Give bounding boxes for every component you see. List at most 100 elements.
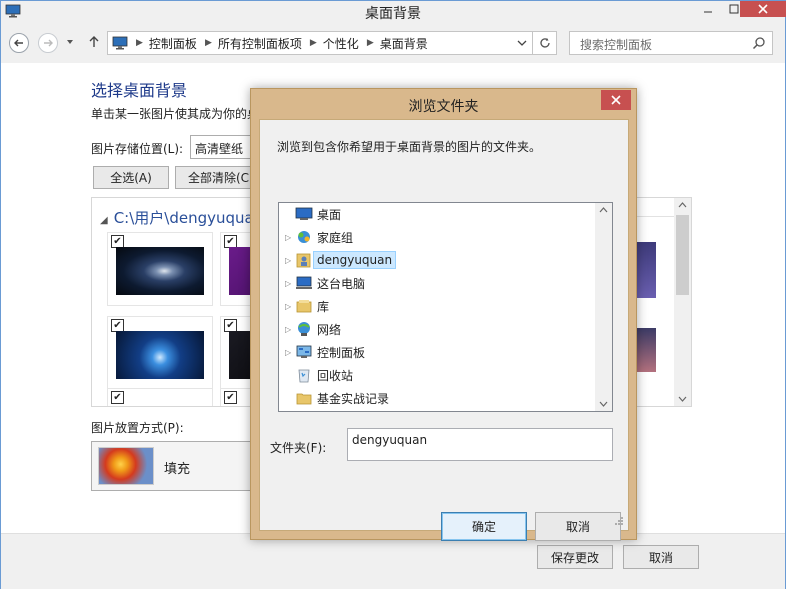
homegroup-icon xyxy=(298,231,310,243)
up-arrow-icon[interactable] xyxy=(87,35,101,49)
wallpaper-checkbox[interactable]: ✔ xyxy=(111,391,124,404)
breadcrumb-separator-icon: ▶ xyxy=(309,38,317,48)
resize-grip-icon[interactable] xyxy=(614,516,624,526)
folder-label: 文件夹(F): xyxy=(270,441,327,455)
tree-item[interactable]: ▷ 这台电脑 xyxy=(279,272,595,294)
navigation-bar: ▶ 控制面板 ▶ 所有控制面板项 ▶ 个性化 ▶ 桌面背景 搜索控制面板 xyxy=(1,27,785,59)
gallery-path: C:\用户\dengyuquan xyxy=(113,209,264,227)
arrow-right-icon xyxy=(44,39,53,47)
tree-item[interactable]: ▷ 家庭组 xyxy=(279,226,595,248)
library-icon xyxy=(296,300,312,313)
tree-scrollbar[interactable] xyxy=(595,203,612,411)
tree-item-label: 这台电脑 xyxy=(317,276,366,291)
expand-arrow-icon[interactable]: ▷ xyxy=(285,302,295,311)
tree-item-label: 库 xyxy=(317,299,330,314)
minimize-icon xyxy=(704,11,712,13)
close-icon xyxy=(758,4,768,14)
tree-item-label: 基金实战记录 xyxy=(317,391,390,406)
refresh-icon xyxy=(539,38,550,48)
search-placeholder: 搜索控制面板 xyxy=(580,38,653,52)
window-title: 桌面背景 xyxy=(365,6,421,22)
wallpaper-checkbox[interactable]: ✔ xyxy=(224,391,237,404)
breadcrumb-personalization[interactable]: 个性化 xyxy=(323,35,359,52)
wallpaper-thumbnail[interactable]: ✔ xyxy=(107,232,213,306)
tree-item[interactable]: ▷ 库 xyxy=(279,295,595,317)
dialog-close-button[interactable] xyxy=(601,90,631,110)
scroll-down-icon[interactable] xyxy=(678,394,687,403)
address-bar[interactable]: ▶ 控制面板 ▶ 所有控制面板项 ▶ 个性化 ▶ 桌面背景 xyxy=(107,31,533,55)
tree-item-label: 桌面 xyxy=(317,207,342,222)
tree-item[interactable]: ▷ 控制面板 xyxy=(279,341,595,363)
tree-item-label: 家庭组 xyxy=(317,230,354,245)
tree-item-label: dengyuquan xyxy=(313,251,397,269)
gallery-group-header[interactable]: ◢ C:\用户\dengyuquan xyxy=(100,207,263,228)
gallery-scrollbar[interactable] xyxy=(674,198,691,406)
desktop-icon xyxy=(295,207,313,220)
breadcrumb-all-items[interactable]: 所有控制面板项 xyxy=(218,35,302,52)
tree-item-selected[interactable]: ▷ dengyuquan xyxy=(279,249,595,271)
chevron-down-icon[interactable] xyxy=(516,37,528,49)
ok-button[interactable]: 确定 xyxy=(441,512,527,541)
picture-position-label: 图片放置方式(P): xyxy=(91,421,184,435)
scroll-up-icon[interactable] xyxy=(599,206,608,215)
scroll-down-icon[interactable] xyxy=(599,399,608,408)
wallpaper-thumbnail[interactable]: ✔ xyxy=(107,388,213,406)
scroll-up-icon[interactable] xyxy=(678,201,687,210)
expand-arrow-icon[interactable]: ▷ xyxy=(285,348,295,357)
breadcrumb-separator-icon: ▶ xyxy=(204,38,212,48)
tree-item[interactable]: 回收站 xyxy=(279,364,595,386)
dialog-title: 浏览文件夹 xyxy=(408,99,479,115)
dialog-description: 浏览到包含你希望用于桌面背景的图片的文件夹。 xyxy=(277,140,542,154)
forward-button[interactable] xyxy=(38,33,58,53)
close-button[interactable] xyxy=(740,1,786,17)
back-button[interactable] xyxy=(9,33,29,53)
minimize-button[interactable] xyxy=(695,1,721,17)
close-icon xyxy=(611,95,621,105)
search-box[interactable]: 搜索控制面板 xyxy=(569,31,773,55)
user-folder-icon xyxy=(296,253,311,268)
breadcrumb-desktop-background[interactable]: 桌面背景 xyxy=(380,35,428,52)
tree-item[interactable]: 基金实战记录 xyxy=(279,387,595,409)
recent-locations-chevron-icon[interactable] xyxy=(65,37,75,47)
page-title: 选择桌面背景 xyxy=(91,81,188,100)
browse-folder-dialog: 浏览文件夹 浏览到包含你希望用于桌面背景的图片的文件夹。 桌面 ▷ 家庭组 ▷ … xyxy=(250,88,637,541)
dialog-cancel-button[interactable]: 取消 xyxy=(535,512,621,541)
expand-arrow-icon[interactable]: ▷ xyxy=(285,325,295,334)
fill-preview-image xyxy=(98,447,154,485)
folder-tree[interactable]: 桌面 ▷ 家庭组 ▷ dengyuquan ▷ 这台电脑 ▷ 库 ▷ 网络 ▷ … xyxy=(278,202,613,412)
expand-arrow-icon[interactable]: ▷ xyxy=(285,233,295,242)
control-panel-icon xyxy=(112,36,128,50)
picture-position-select[interactable]: 填充 xyxy=(91,441,251,491)
search-icon[interactable] xyxy=(752,36,766,50)
expand-arrow-icon[interactable]: ▷ xyxy=(285,256,295,265)
save-changes-button[interactable]: 保存更改 xyxy=(537,545,613,569)
scroll-thumb[interactable] xyxy=(676,215,689,295)
clear-all-button[interactable]: 全部清除(C xyxy=(175,166,255,189)
tree-item-label: 网络 xyxy=(317,322,342,337)
folder-input[interactable]: dengyuquan xyxy=(347,428,613,461)
maximize-icon xyxy=(729,4,739,14)
breadcrumb-separator-icon: ▶ xyxy=(366,38,374,48)
tree-item[interactable]: ▷ 网络 xyxy=(279,318,595,340)
blue-apple-wallpaper-image xyxy=(116,331,204,379)
refresh-button[interactable] xyxy=(533,31,557,55)
picture-location-label: 图片存储位置(L): xyxy=(91,142,184,156)
tree-item-label: 控制面板 xyxy=(317,345,366,360)
collapse-triangle-icon[interactable]: ◢ xyxy=(100,215,108,226)
recycle-bin-icon xyxy=(298,369,310,383)
computer-icon xyxy=(296,276,312,289)
wallpaper-thumbnail[interactable]: ✔ xyxy=(107,316,213,390)
cancel-button[interactable]: 取消 xyxy=(623,545,699,569)
page-subtitle: 单击某一张图片使其成为你的桌 xyxy=(91,107,260,121)
expand-arrow-icon[interactable]: ▷ xyxy=(285,279,295,288)
control-panel-icon xyxy=(296,345,312,358)
breadcrumb-control-panel[interactable]: 控制面板 xyxy=(149,35,197,52)
title-bar: 桌面背景 xyxy=(1,1,786,23)
tree-item-label: 回收站 xyxy=(317,368,354,383)
galaxy-wallpaper-image xyxy=(116,247,204,295)
select-all-button[interactable]: 全选(A) xyxy=(93,166,169,189)
dialog-body: 浏览到包含你希望用于桌面背景的图片的文件夹。 桌面 ▷ 家庭组 ▷ dengyu… xyxy=(259,119,629,541)
network-icon xyxy=(298,322,310,336)
tree-item[interactable]: 桌面 xyxy=(279,203,595,225)
picture-position-value: 填充 xyxy=(164,462,191,477)
